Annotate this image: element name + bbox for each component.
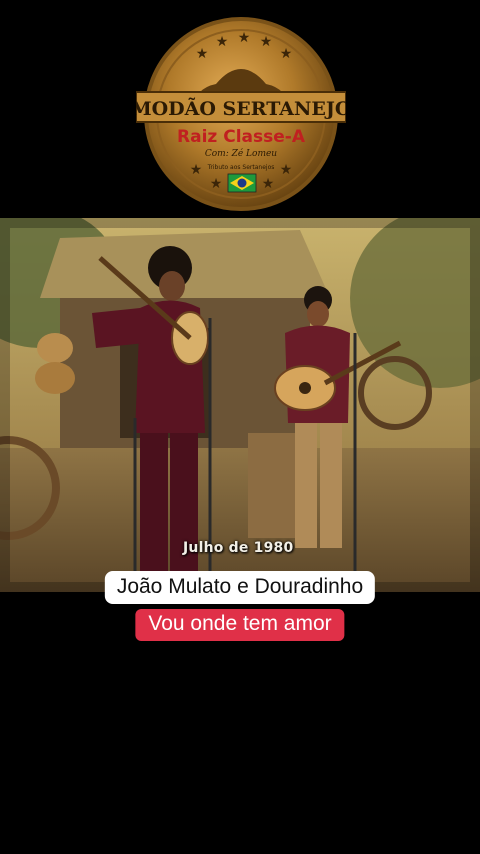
svg-text:★: ★ xyxy=(196,46,209,62)
svg-text:★: ★ xyxy=(262,176,275,192)
logo-title-text: MODÃO SERTANEJO xyxy=(136,97,346,120)
svg-text:★: ★ xyxy=(210,176,223,192)
svg-text:★: ★ xyxy=(238,30,251,46)
video-date-caption: Julho de 1980 xyxy=(183,540,294,556)
song-artists-caption: João Mulato e Douradinho xyxy=(104,571,376,604)
logo-credit-text: Com: Zé Lomeu xyxy=(205,148,277,159)
brazil-flag-icon xyxy=(227,173,257,193)
svg-text:★: ★ xyxy=(190,162,203,178)
svg-text:★: ★ xyxy=(280,162,293,178)
svg-text:★: ★ xyxy=(260,34,273,50)
song-title-caption: Vou onde tem amor xyxy=(135,609,345,641)
video-frame[interactable] xyxy=(0,218,480,592)
logo-subtitle-text: Raiz Classe-A xyxy=(177,127,306,147)
svg-text:★: ★ xyxy=(280,46,293,62)
logo-tribute-text: Tributo aos Sertanejos xyxy=(207,164,275,171)
channel-logo-seal: ★ ★ ★ ★ ★ ★ ★ ★ ★ MODÃO SERTANEJO Raiz Classe-… xyxy=(131,14,351,214)
svg-text:★: ★ xyxy=(216,34,229,50)
